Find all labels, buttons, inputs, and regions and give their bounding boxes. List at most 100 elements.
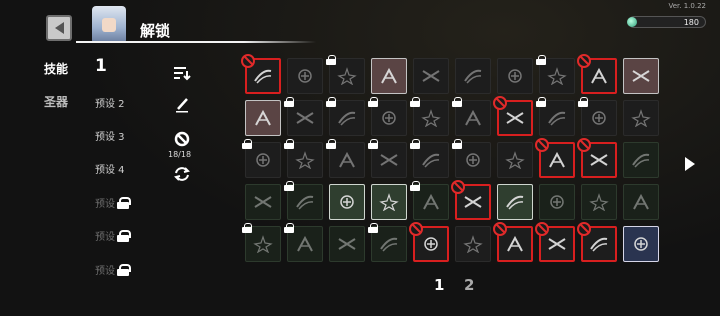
skill-slot[interactable] <box>245 100 281 136</box>
preset-3[interactable]: 预设 3 <box>95 128 125 143</box>
skill-icon <box>588 235 610 253</box>
skill-slot[interactable] <box>536 55 575 94</box>
ban-button[interactable] <box>172 130 192 148</box>
skill-slot[interactable] <box>493 96 533 136</box>
skill-icon <box>462 109 484 127</box>
skill-slot[interactable] <box>368 97 407 136</box>
page-1[interactable]: 1 <box>434 276 444 294</box>
skill-slot[interactable] <box>409 222 449 262</box>
skill-slot[interactable] <box>623 58 659 94</box>
skill-slot[interactable] <box>623 184 659 220</box>
skill-slot[interactable] <box>578 97 617 136</box>
preset-label: 预设 <box>95 232 115 243</box>
skill-slot[interactable] <box>577 138 617 178</box>
preset-4[interactable]: 预设 4 <box>95 161 125 176</box>
skill-slot[interactable] <box>623 142 659 178</box>
skill-slot[interactable] <box>329 226 365 262</box>
skill-slot[interactable] <box>410 181 449 220</box>
skill-slot[interactable] <box>242 223 281 262</box>
skill-slot[interactable] <box>410 97 449 136</box>
skill-slot[interactable] <box>326 55 365 94</box>
skill-slot[interactable] <box>497 58 533 94</box>
skill-slot[interactable] <box>455 58 491 94</box>
skill-slot[interactable] <box>284 97 323 136</box>
skill-slot[interactable] <box>326 139 365 178</box>
skill-icon <box>546 109 568 127</box>
skill-slot[interactable] <box>493 222 533 262</box>
skill-slot[interactable] <box>245 184 281 220</box>
page-2[interactable]: 2 <box>464 276 474 294</box>
skill-icon <box>420 193 442 211</box>
skill-slot[interactable] <box>623 226 659 262</box>
skill-slot[interactable] <box>451 180 491 220</box>
skill-icon <box>336 67 358 86</box>
preset-7-locked[interactable]: 预设 <box>95 262 131 277</box>
skill-slot[interactable] <box>452 139 491 178</box>
skill-slot[interactable] <box>535 222 575 262</box>
skill-slot[interactable] <box>371 184 407 220</box>
skill-slot[interactable] <box>284 139 323 178</box>
gem-icon <box>627 17 637 27</box>
skill-icon <box>504 193 526 211</box>
skill-slot[interactable] <box>410 139 449 178</box>
ban-icon <box>535 138 549 152</box>
skill-slot[interactable] <box>371 58 407 94</box>
refresh-button[interactable] <box>172 165 192 183</box>
skill-slot[interactable] <box>284 223 323 262</box>
skill-slot[interactable] <box>413 58 449 94</box>
skill-icon <box>630 193 652 211</box>
lock-icon <box>578 97 588 107</box>
skill-icon <box>462 235 484 254</box>
skill-slot[interactable] <box>577 222 617 262</box>
skill-icon <box>462 193 484 211</box>
skill-slot[interactable] <box>452 97 491 136</box>
currency-value: 180 <box>683 17 699 27</box>
skill-icon <box>630 235 652 253</box>
skill-slot[interactable] <box>326 97 365 136</box>
skill-icon <box>630 109 652 128</box>
back-button[interactable] <box>46 15 72 41</box>
skill-slot[interactable] <box>536 97 575 136</box>
currency-display: 180 <box>627 16 706 28</box>
skill-slot[interactable] <box>242 139 281 178</box>
lock-icon <box>536 55 546 65</box>
preset-current[interactable]: 1 <box>95 56 107 76</box>
skill-slot[interactable] <box>455 226 491 262</box>
skill-slot[interactable] <box>241 54 281 94</box>
skill-slot[interactable] <box>535 138 575 178</box>
lock-icon <box>284 139 294 149</box>
skill-slot[interactable] <box>577 54 617 94</box>
lock-icon <box>242 139 252 149</box>
skill-slot[interactable] <box>497 184 533 220</box>
lock-icon <box>410 97 420 107</box>
skill-icon <box>462 151 484 169</box>
tab-skill[interactable]: 技能 <box>44 60 68 77</box>
skill-icon <box>546 193 568 211</box>
preset-2[interactable]: 预设 2 <box>95 95 125 110</box>
skill-slot[interactable] <box>581 184 617 220</box>
skill-slot[interactable] <box>284 181 323 220</box>
ban-icon <box>451 180 465 194</box>
preset-5-locked[interactable]: 预设 <box>95 195 131 210</box>
lock-icon <box>452 139 462 149</box>
skill-slot[interactable] <box>497 142 533 178</box>
skill-icon <box>420 235 442 253</box>
skill-slot[interactable] <box>368 139 407 178</box>
skill-slot[interactable] <box>329 184 365 220</box>
tab-relic[interactable]: 圣器 <box>44 93 68 110</box>
edit-button[interactable] <box>172 96 192 114</box>
lock-icon <box>410 139 420 149</box>
skill-slot[interactable] <box>539 184 575 220</box>
preset-6-locked[interactable]: 预设 <box>95 228 131 243</box>
refresh-icon <box>174 167 190 181</box>
skill-grid <box>241 54 659 262</box>
sort-button[interactable] <box>172 64 192 82</box>
skill-slot[interactable] <box>287 58 323 94</box>
skill-icon <box>588 109 610 127</box>
next-page-icon[interactable] <box>685 157 695 171</box>
skill-slot[interactable] <box>368 223 407 262</box>
skill-slot[interactable] <box>623 100 659 136</box>
skill-icon <box>420 151 442 169</box>
sort-icon <box>174 67 191 81</box>
ban-icon <box>241 54 255 68</box>
